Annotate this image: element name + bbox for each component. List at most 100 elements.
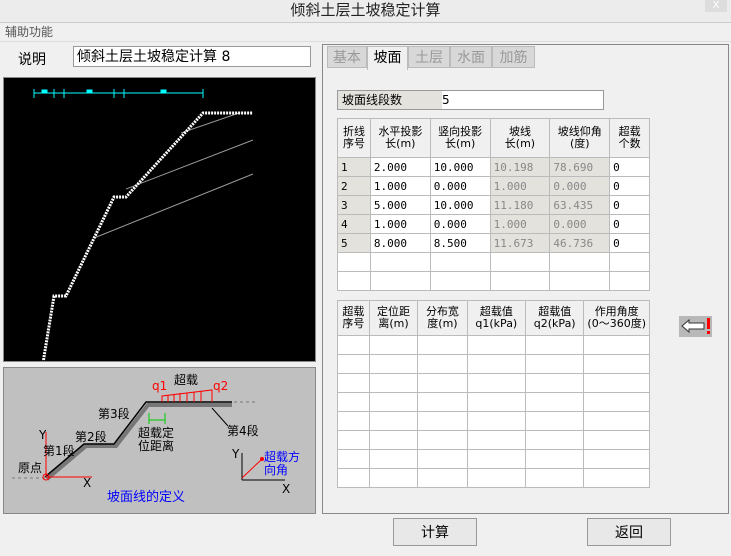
back-button[interactable]: 返回 xyxy=(587,518,671,546)
tab-basic[interactable]: 基本 xyxy=(327,46,367,68)
table-cell[interactable]: 10.000 xyxy=(429,195,491,215)
table-cell[interactable] xyxy=(525,392,585,412)
table-cell[interactable]: 8.000 xyxy=(369,233,431,253)
table-cell[interactable] xyxy=(466,354,527,374)
table-cell[interactable] xyxy=(466,411,527,431)
segment-count-input[interactable]: 5 xyxy=(442,91,450,109)
table-row: 4 1.000 0.000 1.000 0.000 0 xyxy=(337,214,650,234)
diagram-caption: 坡面线的定义 xyxy=(107,490,186,505)
row-header-cell[interactable]: 2 xyxy=(337,176,371,196)
table-cell[interactable] xyxy=(337,335,370,355)
table-cell[interactable] xyxy=(583,354,650,374)
table-cell[interactable] xyxy=(417,373,468,393)
table-cell[interactable] xyxy=(583,373,650,393)
table-cell[interactable] xyxy=(466,468,527,488)
table-cell[interactable] xyxy=(417,354,468,374)
row-header-cell[interactable]: 4 xyxy=(337,214,371,234)
table-cell[interactable] xyxy=(417,411,468,431)
tab-slope-surface[interactable]: 坡面 xyxy=(367,46,408,70)
table-cell[interactable]: 0 xyxy=(609,195,650,215)
table-cell[interactable]: 0 xyxy=(609,233,650,253)
table-cell[interactable] xyxy=(466,449,527,469)
row-header-cell[interactable]: 3 xyxy=(337,195,371,215)
row-header-cell[interactable]: 1 xyxy=(337,157,371,177)
col-header: 超载 序号 xyxy=(337,300,370,336)
calculate-button[interactable]: 计算 xyxy=(393,518,477,546)
table-cell[interactable]: 0.000 xyxy=(429,214,491,234)
table-cell[interactable] xyxy=(337,411,370,431)
table-cell[interactable] xyxy=(337,468,370,488)
table-cell[interactable] xyxy=(583,468,650,488)
table-cell[interactable] xyxy=(417,335,468,355)
segment-count-field[interactable]: 坡面线段数 5 xyxy=(337,90,604,110)
table-cell[interactable] xyxy=(525,335,585,355)
table-cell[interactable] xyxy=(583,411,650,431)
left-arrow-warning-icon xyxy=(681,318,710,334)
table-cell[interactable] xyxy=(369,252,431,272)
table-cell[interactable] xyxy=(368,373,419,393)
table-cell: 11.180 xyxy=(489,195,551,215)
tab-water[interactable]: 水面 xyxy=(450,46,492,68)
table-cell[interactable] xyxy=(583,392,650,412)
table-cell[interactable] xyxy=(368,430,419,450)
table-cell[interactable] xyxy=(337,354,370,374)
table-cell[interactable] xyxy=(417,449,468,469)
apply-arrow-button[interactable] xyxy=(679,316,712,337)
table-cell[interactable] xyxy=(583,430,650,450)
table-cell[interactable]: 8.500 xyxy=(429,233,491,253)
table-cell[interactable]: 1.000 xyxy=(369,176,431,196)
table-cell[interactable] xyxy=(337,392,370,412)
table-cell[interactable] xyxy=(466,373,527,393)
table-cell[interactable] xyxy=(417,430,468,450)
table-cell[interactable]: 1.000 xyxy=(369,214,431,234)
table-cell[interactable] xyxy=(466,430,527,450)
table-cell[interactable] xyxy=(368,392,419,412)
description-input[interactable]: 倾斜土层土坡稳定计算 8 xyxy=(73,46,311,67)
table-cell[interactable]: 5.000 xyxy=(369,195,431,215)
table-cell[interactable] xyxy=(368,468,419,488)
table-cell[interactable] xyxy=(609,252,650,272)
label-seg3: 第3段 xyxy=(98,407,130,421)
table-cell[interactable]: 0 xyxy=(609,157,650,177)
table-cell[interactable] xyxy=(525,354,585,374)
table-cell[interactable] xyxy=(525,430,585,450)
row-header-cell[interactable]: 5 xyxy=(337,233,371,253)
table-cell[interactable]: 10.000 xyxy=(429,157,491,177)
table-cell[interactable] xyxy=(466,335,527,355)
table-cell[interactable] xyxy=(525,373,585,393)
table-cell[interactable]: 0.000 xyxy=(429,176,491,196)
table-cell[interactable] xyxy=(525,411,585,431)
table-cell[interactable] xyxy=(429,252,491,272)
row-header-cell[interactable] xyxy=(337,271,371,291)
row-header-cell[interactable] xyxy=(337,252,371,272)
table-cell[interactable]: 0 xyxy=(609,214,650,234)
table-cell[interactable] xyxy=(466,392,527,412)
table-cell[interactable] xyxy=(369,271,431,291)
table-cell[interactable] xyxy=(583,449,650,469)
table-cell[interactable] xyxy=(337,430,370,450)
table-cell[interactable] xyxy=(525,468,585,488)
table-cell[interactable] xyxy=(368,449,419,469)
table-cell[interactable] xyxy=(525,449,585,469)
table-cell[interactable] xyxy=(417,392,468,412)
table-row: 5 8.000 8.500 11.673 46.736 0 xyxy=(337,233,650,253)
table-cell[interactable] xyxy=(368,354,419,374)
table-cell[interactable] xyxy=(368,411,419,431)
table-cell[interactable] xyxy=(368,335,419,355)
table-cell[interactable] xyxy=(337,449,370,469)
menu-aux[interactable]: 辅助功能 xyxy=(0,23,731,42)
table-cell[interactable] xyxy=(609,271,650,291)
close-button[interactable]: X xyxy=(705,0,727,12)
table-cell[interactable]: 0 xyxy=(609,176,650,196)
window-title: 倾斜土层土坡稳定计算 xyxy=(0,0,731,23)
label-y: Y xyxy=(39,428,47,442)
tab-reinforcement[interactable]: 加筋 xyxy=(492,46,535,68)
col-header: 超载值 q1(kPa) xyxy=(466,300,527,336)
table-cell[interactable] xyxy=(583,335,650,355)
slope-segment-table: 折线 序号 水平投影 长(m) 竖向投影 长(m) 坡线 长(m) 坡线仰角 (… xyxy=(337,118,650,291)
table-cell[interactable]: 2.000 xyxy=(369,157,431,177)
table-cell[interactable] xyxy=(429,271,491,291)
table-cell[interactable] xyxy=(417,468,468,488)
table-cell[interactable] xyxy=(337,373,370,393)
tab-soil-layer[interactable]: 土层 xyxy=(408,46,450,68)
